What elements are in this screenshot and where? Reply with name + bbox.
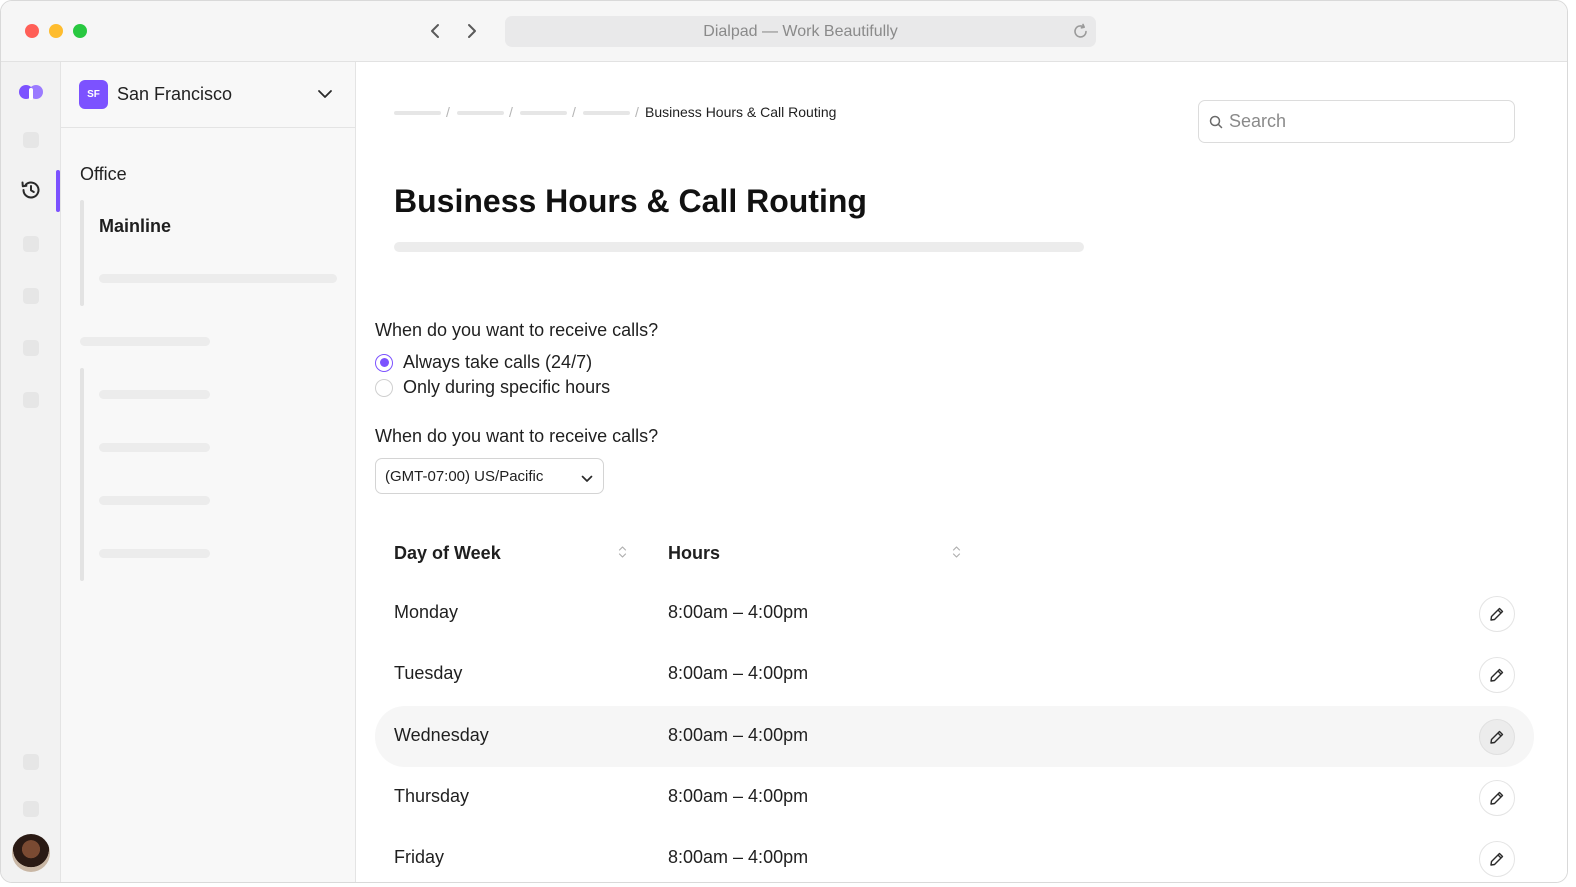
pencil-icon bbox=[1490, 668, 1504, 682]
rail-nav-item[interactable] bbox=[23, 754, 39, 770]
edit-button[interactable] bbox=[1479, 657, 1515, 693]
sidebar-tree-line bbox=[80, 200, 84, 306]
search-icon bbox=[1209, 115, 1223, 128]
chevron-down-icon bbox=[317, 86, 333, 104]
rail-nav-item[interactable] bbox=[23, 801, 39, 817]
hours-cell: 8:00am – 4:00pm bbox=[668, 663, 809, 683]
radio-always-take-calls[interactable]: Always take calls (24/7) bbox=[375, 352, 592, 373]
address-bar-title: Dialpad — Work Beautifully bbox=[703, 22, 898, 40]
table-row[interactable]: Friday 8:00am – 4:00pm bbox=[375, 828, 1534, 882]
column-header-day[interactable]: Day of Week bbox=[394, 543, 501, 564]
secondary-sidebar: SF San Francisco Office Mainline bbox=[61, 62, 356, 882]
table-row[interactable]: Tuesday 8:00am – 4:00pm bbox=[375, 644, 1534, 705]
rail-active-indicator bbox=[56, 170, 60, 212]
sidebar-section-office[interactable]: Office bbox=[80, 164, 127, 185]
chevron-right-icon bbox=[468, 24, 476, 38]
description-placeholder bbox=[394, 242, 1084, 252]
main-content: / / / / Business Hours & Call Routing Bu… bbox=[356, 62, 1567, 882]
table-row[interactable]: Wednesday 8:00am – 4:00pm bbox=[375, 706, 1534, 767]
reload-icon bbox=[1073, 23, 1087, 38]
sidebar-placeholder bbox=[99, 496, 210, 505]
edit-button[interactable] bbox=[1479, 596, 1515, 632]
breadcrumb-placeholder[interactable] bbox=[394, 111, 441, 115]
sort-icon[interactable] bbox=[952, 545, 961, 564]
hours-cell: 8:00am – 4:00pm bbox=[668, 847, 809, 867]
breadcrumb-placeholder[interactable] bbox=[520, 111, 567, 115]
sidebar-placeholder bbox=[99, 390, 210, 399]
chevron-left-icon bbox=[431, 24, 439, 38]
reload-button[interactable] bbox=[1070, 21, 1090, 41]
app-icon-rail bbox=[1, 62, 61, 882]
office-badge: SF bbox=[79, 80, 108, 109]
radio-button-checked[interactable] bbox=[375, 353, 393, 372]
close-window-button[interactable] bbox=[25, 24, 39, 38]
timezone-select[interactable]: (GMT-07:00) US/Pacific bbox=[375, 458, 604, 494]
office-name: San Francisco bbox=[117, 84, 233, 104]
radio-specific-hours[interactable]: Only during specific hours bbox=[375, 377, 610, 398]
table-row[interactable]: Monday 8:00am – 4:00pm bbox=[375, 583, 1534, 644]
sidebar-placeholder bbox=[99, 549, 210, 558]
forward-button[interactable] bbox=[460, 19, 484, 43]
rail-nav-item[interactable] bbox=[23, 236, 39, 252]
breadcrumb-current: Business Hours & Call Routing bbox=[645, 104, 837, 120]
timezone-label: When do you want to receive calls? bbox=[375, 426, 659, 446]
rail-nav-item[interactable] bbox=[23, 288, 39, 304]
browser-window: Dialpad — Work Beautifully SF San Franci… bbox=[0, 0, 1568, 883]
sidebar-tree-line bbox=[80, 368, 84, 581]
breadcrumb-separator: / bbox=[509, 104, 513, 120]
day-cell: Tuesday bbox=[394, 663, 463, 683]
breadcrumb-placeholder[interactable] bbox=[583, 111, 630, 115]
day-cell: Monday bbox=[394, 602, 459, 622]
page-title: Business Hours & Call Routing bbox=[394, 183, 867, 219]
hours-cell: 8:00am – 4:00pm bbox=[668, 786, 809, 806]
radio-label: Always take calls (24/7) bbox=[403, 352, 593, 372]
day-cell: Wednesday bbox=[394, 725, 489, 745]
edit-button[interactable] bbox=[1479, 780, 1515, 816]
timezone-selected-value: (GMT-07:00) US/Pacific bbox=[385, 467, 544, 485]
maximize-window-button[interactable] bbox=[73, 24, 87, 38]
rail-nav-item[interactable] bbox=[23, 132, 39, 148]
rail-nav-item[interactable] bbox=[23, 392, 39, 408]
search-box[interactable] bbox=[1198, 100, 1515, 143]
office-switcher[interactable]: SF San Francisco bbox=[61, 62, 355, 128]
sidebar-placeholder bbox=[80, 337, 210, 346]
dialpad-logo[interactable] bbox=[18, 82, 44, 107]
day-cell: Friday bbox=[394, 847, 445, 867]
rail-nav-item[interactable] bbox=[23, 340, 39, 356]
user-avatar[interactable] bbox=[12, 834, 50, 872]
history-icon[interactable] bbox=[19, 178, 43, 207]
minimize-window-button[interactable] bbox=[49, 24, 63, 38]
column-header-hours[interactable]: Hours bbox=[668, 543, 720, 564]
day-cell: Thursday bbox=[394, 786, 470, 806]
pencil-icon bbox=[1490, 791, 1504, 805]
sidebar-placeholder bbox=[99, 443, 210, 452]
breadcrumb-separator: / bbox=[446, 104, 450, 120]
search-input[interactable] bbox=[1229, 111, 1499, 132]
receive-calls-label: When do you want to receive calls? bbox=[375, 320, 659, 340]
sidebar-placeholder bbox=[99, 274, 337, 283]
pencil-icon bbox=[1490, 730, 1504, 744]
table-row[interactable]: Thursday 8:00am – 4:00pm bbox=[375, 767, 1534, 828]
breadcrumb-separator: / bbox=[572, 104, 576, 120]
edit-button[interactable] bbox=[1479, 841, 1515, 877]
back-button[interactable] bbox=[423, 19, 447, 43]
breadcrumb-placeholder[interactable] bbox=[457, 111, 504, 115]
sort-icon[interactable] bbox=[618, 545, 627, 564]
title-bar: Dialpad — Work Beautifully bbox=[1, 1, 1567, 62]
radio-button[interactable] bbox=[375, 378, 393, 397]
breadcrumb-separator: / bbox=[635, 104, 639, 120]
edit-button[interactable] bbox=[1479, 719, 1515, 755]
pencil-icon bbox=[1490, 852, 1504, 866]
hours-cell: 8:00am – 4:00pm bbox=[668, 725, 809, 745]
address-bar[interactable]: Dialpad — Work Beautifully bbox=[505, 16, 1096, 47]
hours-cell: 8:00am – 4:00pm bbox=[668, 602, 809, 622]
pencil-icon bbox=[1490, 607, 1504, 621]
chevron-down-icon bbox=[581, 470, 593, 487]
radio-label: Only during specific hours bbox=[403, 377, 611, 397]
sidebar-item-mainline[interactable]: Mainline bbox=[99, 216, 171, 237]
